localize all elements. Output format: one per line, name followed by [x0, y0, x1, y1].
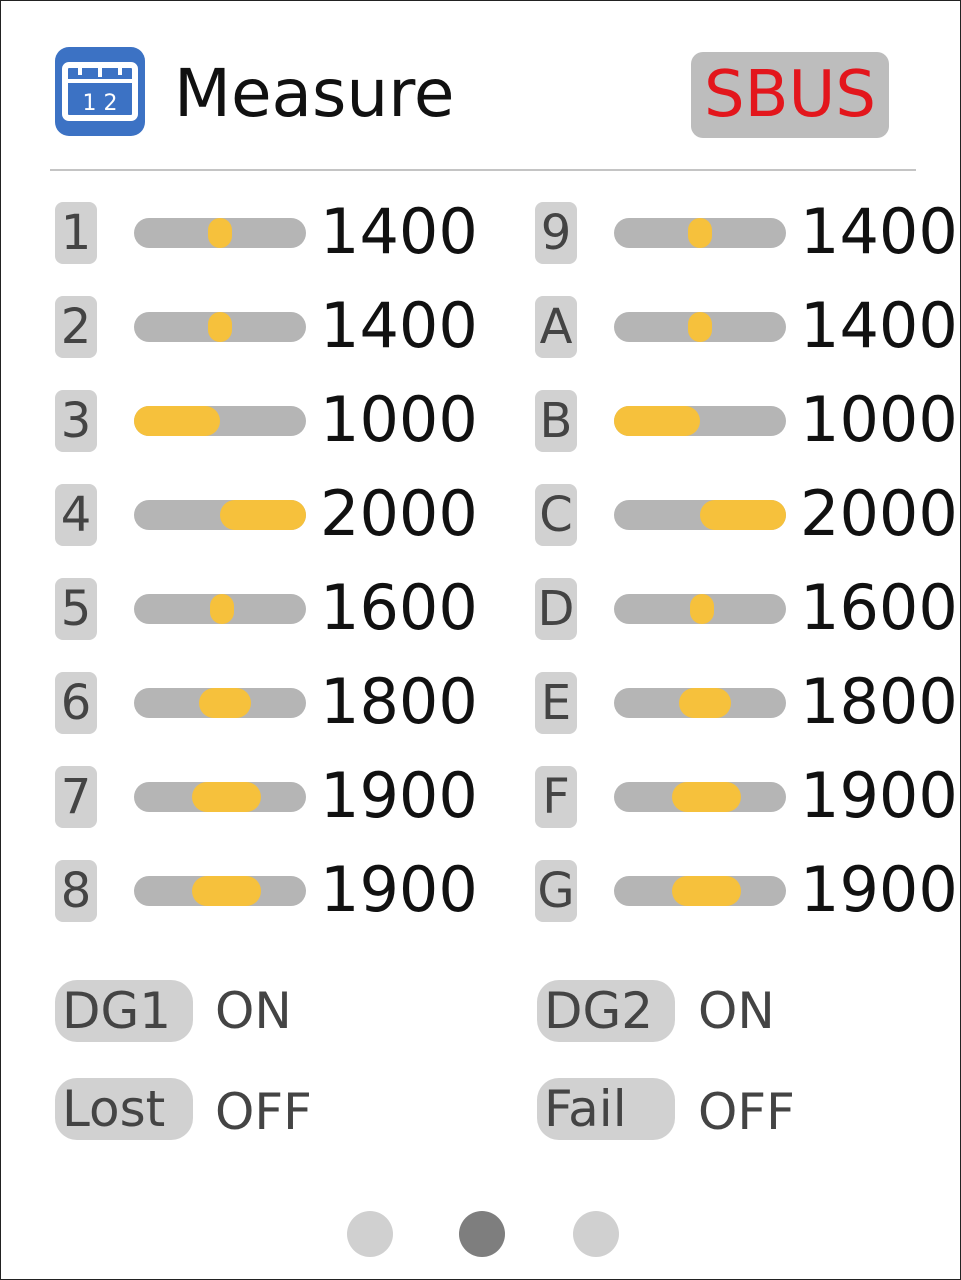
channel-label: 5 [55, 578, 97, 640]
ruler-icon: 1 2 [55, 47, 145, 136]
page-dot-3[interactable] [573, 1211, 619, 1257]
page-dot-1[interactable] [347, 1211, 393, 1257]
channel-bar [614, 218, 786, 248]
fail-state: OFF [698, 1083, 795, 1141]
ruler-icon-text: 1 2 [83, 91, 118, 116]
channel-label: E [535, 672, 577, 734]
page-dot-2[interactable] [459, 1211, 505, 1257]
channel-value: 1400 [320, 289, 478, 362]
channel-label: G [535, 860, 577, 922]
channel-bar [134, 594, 306, 624]
channel-value: 1600 [800, 571, 958, 644]
channel-bar [134, 688, 306, 718]
channel-label: 9 [535, 202, 577, 264]
dg2-state: ON [698, 982, 775, 1040]
channel-bar [134, 406, 306, 436]
channel-bar [134, 500, 306, 530]
channel-bar-fill [672, 782, 742, 812]
channel-value: 1600 [320, 571, 478, 644]
channel-bar-fill [688, 218, 712, 248]
channel-bar [134, 218, 306, 248]
channel-value: 1900 [800, 853, 958, 926]
channel-value: 1000 [320, 383, 478, 456]
channel-bar-fill [208, 218, 232, 248]
channel-bar [614, 312, 786, 342]
channel-value: 1800 [800, 665, 958, 738]
channel-bar [134, 312, 306, 342]
channel-bar [614, 500, 786, 530]
channel-bar-fill [208, 312, 232, 342]
channel-bar [614, 782, 786, 812]
channel-label: A [535, 296, 577, 358]
channel-value: 2000 [320, 477, 478, 550]
channel-label: 6 [55, 672, 97, 734]
channel-bar-fill [690, 594, 715, 624]
channel-value: 2000 [800, 477, 958, 550]
channel-bar [614, 876, 786, 906]
lost-state: OFF [215, 1083, 312, 1141]
channel-label: D [535, 578, 577, 640]
channel-bar-fill [134, 406, 220, 436]
lost-label: Lost [55, 1078, 193, 1140]
channel-bar-fill [672, 876, 742, 906]
channel-label: B [535, 390, 577, 452]
channel-bar [134, 782, 306, 812]
channel-bar [134, 876, 306, 906]
channel-value: 1900 [320, 759, 478, 832]
channel-bar-fill [210, 594, 235, 624]
channel-bar-fill [614, 406, 700, 436]
channel-bar-fill [679, 688, 731, 718]
header-divider [50, 169, 916, 171]
channel-value: 1400 [800, 289, 958, 362]
channel-bar-fill [192, 876, 262, 906]
channel-value: 1000 [800, 383, 958, 456]
channel-value: 1400 [800, 195, 958, 268]
channel-label: 1 [55, 202, 97, 264]
dg1-label: DG1 [55, 980, 193, 1042]
fail-label: Fail [537, 1078, 675, 1140]
page-title: Measure [174, 55, 455, 132]
channel-bar [614, 594, 786, 624]
channel-bar [614, 688, 786, 718]
channel-label: F [535, 766, 577, 828]
channel-label: 7 [55, 766, 97, 828]
channel-bar [614, 406, 786, 436]
channel-value: 1400 [320, 195, 478, 268]
dg1-state: ON [215, 982, 292, 1040]
channel-value: 1800 [320, 665, 478, 738]
channel-bar-fill [192, 782, 262, 812]
channel-value: 1900 [800, 759, 958, 832]
channel-label: 3 [55, 390, 97, 452]
channel-label: 4 [55, 484, 97, 546]
channel-bar-fill [700, 500, 786, 530]
channel-value: 1900 [320, 853, 478, 926]
channel-label: C [535, 484, 577, 546]
channel-bar-fill [688, 312, 712, 342]
channel-bar-fill [220, 500, 306, 530]
dg2-label: DG2 [537, 980, 675, 1042]
channel-bar-fill [199, 688, 251, 718]
protocol-badge[interactable]: SBUS [691, 52, 889, 138]
channel-label: 8 [55, 860, 97, 922]
channel-label: 2 [55, 296, 97, 358]
